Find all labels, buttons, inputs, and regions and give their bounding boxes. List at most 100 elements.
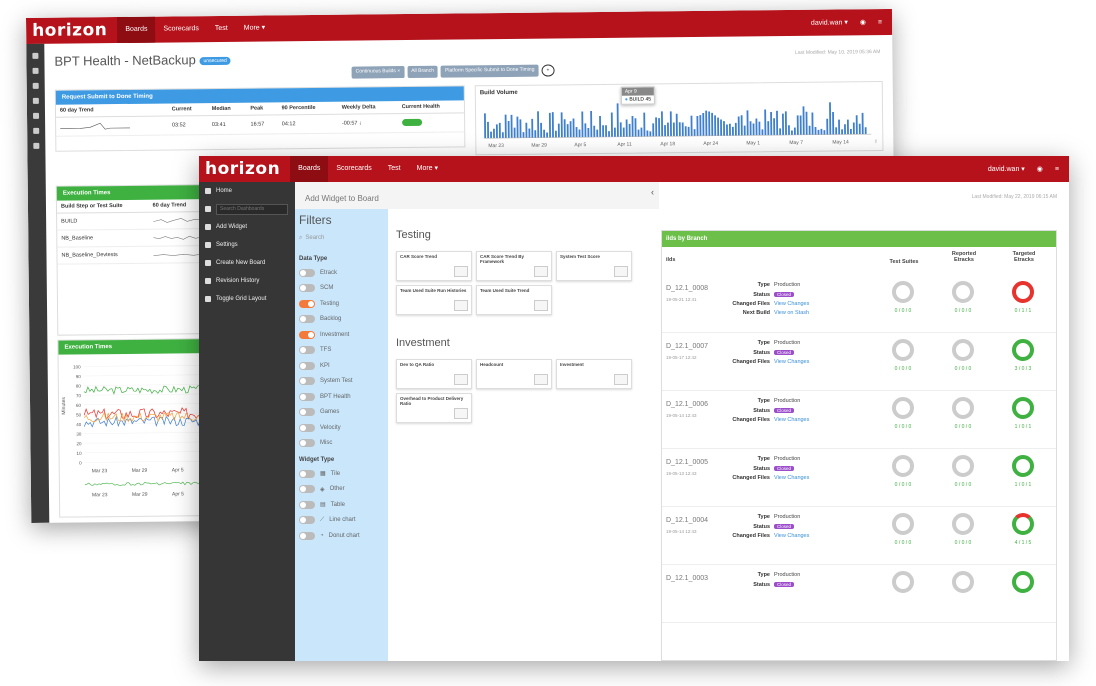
detail-link[interactable]: View on Stash: [774, 310, 809, 316]
donut-chart[interactable]: [952, 513, 974, 535]
toggle-switch[interactable]: [299, 284, 315, 293]
filter-pill[interactable]: Platform Specific Submit to Done Timing: [440, 64, 539, 78]
donut-chart[interactable]: [892, 281, 914, 303]
toggle-switch[interactable]: [299, 299, 315, 308]
widget-card[interactable]: System Test Score: [556, 251, 632, 281]
user-menu[interactable]: david.wan ▾: [811, 18, 848, 26]
toggle-switch[interactable]: [299, 408, 315, 417]
widget-card[interactable]: Headcount: [476, 359, 552, 389]
toggle-switch[interactable]: [299, 516, 315, 525]
data-type-filter[interactable]: SCM: [299, 281, 384, 297]
menu-item-settings[interactable]: Settings: [199, 236, 295, 254]
filter-search[interactable]: ⌕ Search: [299, 235, 384, 242]
widget-type-filter[interactable]: ▤ Table: [299, 497, 384, 513]
toggle-switch[interactable]: [299, 469, 315, 478]
widget-card[interactable]: Dev to QA Ratio: [396, 359, 472, 389]
donut-chart[interactable]: [1012, 339, 1034, 361]
toggle-switch[interactable]: [299, 346, 315, 355]
table-row[interactable]: D_12.1_0007 19-05-17 12:42 Type Production S…: [662, 333, 1056, 391]
grid-icon[interactable]: [33, 142, 40, 149]
toggle-switch[interactable]: [299, 500, 315, 509]
build-name[interactable]: D_12.1_0006: [666, 401, 708, 408]
widget-type-filter[interactable]: ◈ Other: [299, 482, 384, 498]
table-row[interactable]: D_12.1_0008 19-05-21 12:41 Type Production S…: [662, 275, 1056, 333]
build-name[interactable]: D_12.1_0004: [666, 517, 708, 524]
toggle-switch[interactable]: [299, 268, 315, 277]
toggle-switch[interactable]: [299, 315, 315, 324]
collapse-panel-icon[interactable]: ‹: [651, 187, 654, 197]
nav-more[interactable]: More ▾: [409, 156, 446, 182]
search-icon[interactable]: [32, 67, 39, 74]
add-icon[interactable]: [32, 82, 39, 89]
toggle-switch[interactable]: [299, 361, 315, 370]
widget-type-filter[interactable]: ◔ Donut chart: [299, 528, 384, 544]
donut-chart[interactable]: [1012, 571, 1034, 593]
build-name[interactable]: D_12.1_0007: [666, 343, 708, 350]
home-icon[interactable]: [32, 52, 39, 59]
toggle-switch[interactable]: [299, 485, 315, 494]
donut-chart[interactable]: [892, 513, 914, 535]
donut-chart[interactable]: [1012, 513, 1034, 535]
widget-card[interactable]: CAR Score Trend: [396, 251, 472, 281]
data-type-filter[interactable]: KPI: [299, 358, 384, 374]
nav-scorecards[interactable]: Scorecards: [328, 156, 379, 182]
widget-card[interactable]: Team Used Suite Trend: [476, 285, 552, 315]
build-name[interactable]: D_12.1_0003: [666, 575, 708, 582]
widget-card[interactable]: Investment: [556, 359, 632, 389]
toggle-switch[interactable]: [299, 439, 315, 448]
horizon-logo[interactable]: horizon: [199, 159, 290, 179]
data-type-filter[interactable]: Etrack: [299, 265, 384, 281]
menu-item-create-board[interactable]: Create New Board: [199, 254, 295, 272]
widget-type-filter[interactable]: ▦ Tile: [299, 466, 384, 482]
menu-item-revision-history[interactable]: Revision History: [199, 272, 295, 290]
menu-item-add-widget[interactable]: Add Widget: [199, 218, 295, 236]
rss-icon[interactable]: ◉: [1037, 165, 1043, 173]
donut-chart[interactable]: [892, 339, 914, 361]
donut-chart[interactable]: [952, 281, 974, 303]
search-input[interactable]: [216, 203, 288, 215]
donut-chart[interactable]: [892, 455, 914, 477]
rss-icon[interactable]: ◉: [860, 18, 866, 26]
data-type-filter[interactable]: Backlog: [299, 312, 384, 328]
data-type-filter[interactable]: Velocity: [299, 420, 384, 436]
build-name[interactable]: D_12.1_0008: [666, 285, 708, 292]
donut-chart[interactable]: [892, 571, 914, 593]
data-type-filter[interactable]: Misc: [299, 436, 384, 452]
table-row[interactable]: D_12.1_0005 19-05-13 12:43 Type Production S…: [662, 449, 1056, 507]
menu-icon[interactable]: ≡: [1055, 166, 1059, 173]
data-type-filter[interactable]: Games: [299, 405, 384, 421]
nav-more[interactable]: More ▾: [236, 15, 274, 41]
nav-scorecards[interactable]: Scorecards: [155, 16, 207, 43]
toggle-switch[interactable]: [299, 377, 315, 386]
detail-link[interactable]: View Changes: [774, 417, 809, 423]
filter-pill[interactable]: All Branch: [407, 65, 439, 79]
data-type-filter[interactable]: System Test: [299, 374, 384, 390]
detail-link[interactable]: View Changes: [774, 475, 809, 481]
toggle-switch[interactable]: [299, 330, 315, 339]
table-row[interactable]: D_12.1_0003 Type Production Status Closed: [662, 565, 1056, 623]
widget-card[interactable]: Team Used Suite Run Histories: [396, 285, 472, 315]
toggle-switch[interactable]: [299, 392, 315, 401]
data-type-filter[interactable]: BPT Health: [299, 389, 384, 405]
donut-chart[interactable]: [892, 397, 914, 419]
board-icon[interactable]: [32, 112, 40, 119]
donut-chart[interactable]: [952, 455, 974, 477]
widget-card[interactable]: Overhead to Product Delivery Ratio: [396, 393, 472, 423]
table-row[interactable]: D_12.1_0006 19-05-14 12:43 Type Production S…: [662, 391, 1056, 449]
menu-item-home[interactable]: Home: [199, 182, 295, 200]
detail-link[interactable]: View Changes: [774, 359, 809, 365]
donut-chart[interactable]: [1012, 397, 1034, 419]
donut-chart[interactable]: [1012, 455, 1034, 477]
settings-icon[interactable]: [32, 97, 39, 104]
donut-chart[interactable]: [1012, 281, 1034, 303]
menu-item-toggle-grid[interactable]: Toggle Grid Layout: [199, 290, 295, 308]
widget-type-filter[interactable]: ⟋ Line chart: [299, 513, 384, 529]
menu-icon[interactable]: ≡: [878, 19, 882, 26]
detail-link[interactable]: View Changes: [774, 301, 809, 307]
donut-chart[interactable]: [952, 571, 974, 593]
toggle-switch[interactable]: [299, 423, 315, 432]
donut-chart[interactable]: [952, 397, 974, 419]
horizon-logo[interactable]: horizon: [26, 20, 117, 41]
data-type-filter[interactable]: TFS: [299, 343, 384, 359]
build-name[interactable]: D_12.1_0005: [666, 459, 708, 466]
